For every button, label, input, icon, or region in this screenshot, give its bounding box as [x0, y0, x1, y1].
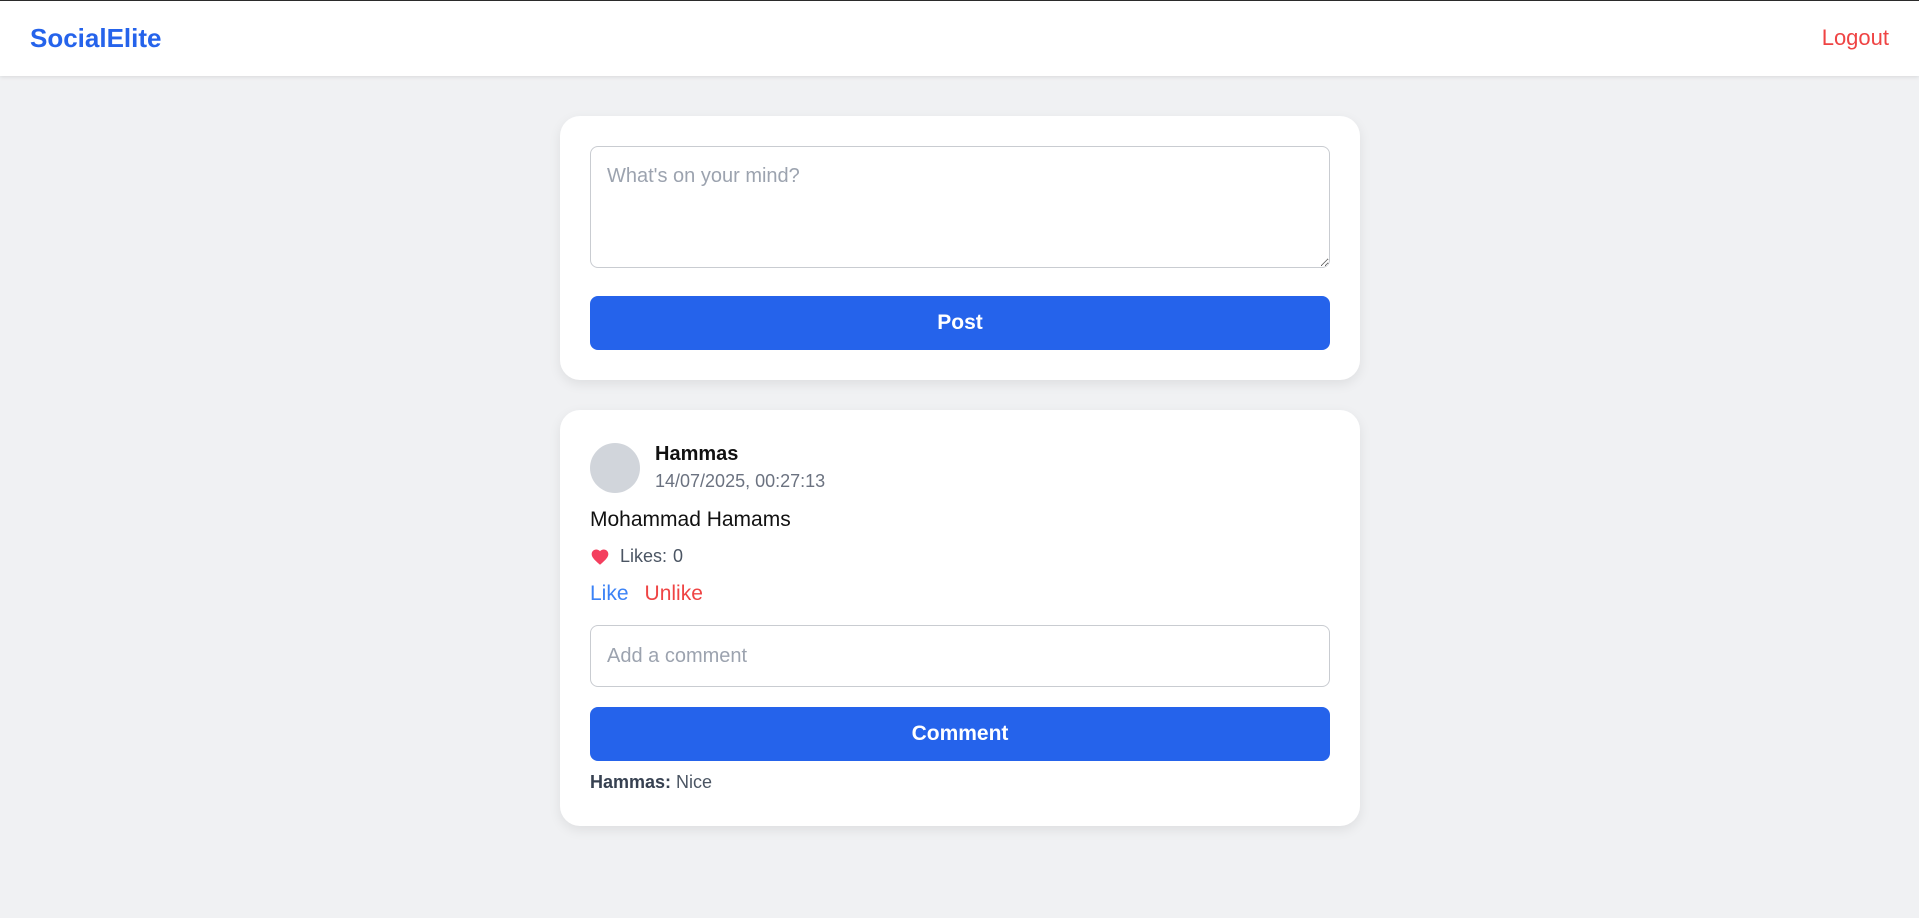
- brand-logo[interactable]: SocialElite: [30, 23, 162, 54]
- post-actions: Like Unlike: [590, 582, 703, 606]
- avatar: [590, 443, 640, 493]
- comment-author: Hammas:: [590, 772, 672, 792]
- comment-input[interactable]: [590, 625, 1330, 687]
- post-composer-textarea[interactable]: [590, 146, 1330, 268]
- post-author: Hammas: [655, 443, 739, 465]
- post-content: Mohammad Hamams: [590, 508, 791, 531]
- post-timestamp: 14/07/2025, 00:27:13: [655, 471, 826, 491]
- post-button[interactable]: Post: [590, 296, 1330, 350]
- likes-count-row: Likes: 0: [590, 546, 683, 567]
- post-card: Hammas 14/07/2025, 00:27:13 Mohammad Ham…: [560, 410, 1360, 826]
- comment-button[interactable]: Comment: [590, 707, 1330, 761]
- top-navbar: SocialElite Logout: [0, 0, 1919, 76]
- likes-count: 0: [673, 546, 684, 566]
- logout-link[interactable]: Logout: [1822, 25, 1889, 51]
- like-button[interactable]: Like: [590, 582, 629, 606]
- heart-icon: [590, 547, 610, 567]
- comment-item: Hammas: Nice: [590, 772, 712, 793]
- post-composer-card: Post: [560, 116, 1360, 380]
- comment-text: Nice: [676, 772, 713, 792]
- unlike-button[interactable]: Unlike: [645, 582, 703, 606]
- likes-label: Likes:: [620, 546, 668, 566]
